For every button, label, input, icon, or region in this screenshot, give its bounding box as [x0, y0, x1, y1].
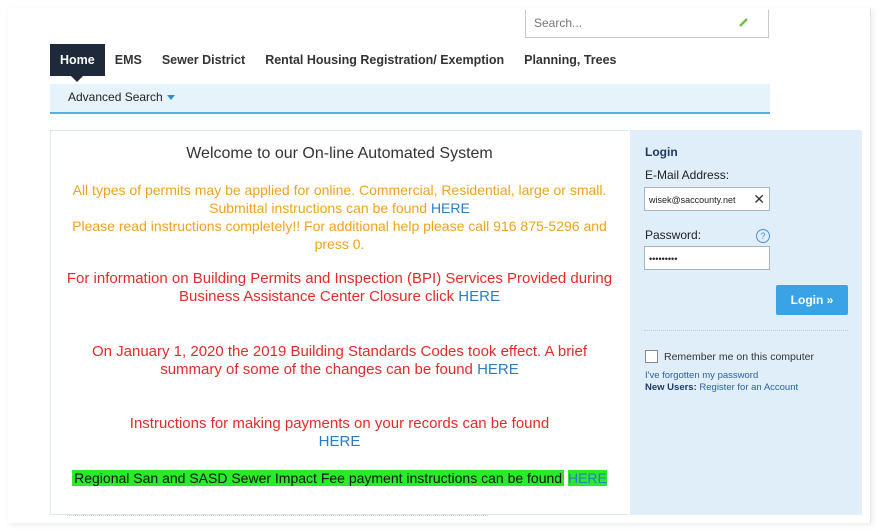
welcome-panel: Welcome to our On-line Automated System …: [50, 130, 628, 516]
password-field[interactable]: [644, 246, 770, 271]
register-link[interactable]: Register for an Account: [699, 382, 798, 393]
permits-text: All types of permits may be applied for …: [72, 182, 607, 216]
new-users: New Users: Register for an Account: [645, 382, 798, 393]
codes-paragraph: On January 1, 2020 the 2019 Building Sta…: [65, 343, 614, 379]
search-input[interactable]: [532, 10, 736, 36]
email-input[interactable]: [645, 188, 751, 212]
bpi-here-link[interactable]: HERE: [458, 288, 500, 305]
bpi-text: For information on Building Permits and …: [66, 270, 613, 305]
email-field[interactable]: ✕: [644, 187, 770, 212]
instructions-text: Please read instructions completely!! Fo…: [72, 218, 607, 252]
password-input[interactable]: [645, 247, 751, 271]
advanced-search-link[interactable]: Advanced Search: [68, 90, 175, 104]
tab-ems[interactable]: EMS: [105, 44, 152, 76]
permits-paragraph: All types of permits may be applied for …: [65, 181, 614, 253]
divider: [67, 515, 488, 516]
tab-home[interactable]: Home: [50, 44, 105, 82]
sewer-fee-text: Regional San and SASD Sewer Impact Fee p…: [72, 470, 565, 486]
tab-rental-housing[interactable]: Rental Housing Registration/ Exemption: [255, 44, 514, 76]
sub-nav: Advanced Search: [50, 84, 770, 114]
email-label: E-Mail Address:: [645, 168, 730, 182]
permits-here-link[interactable]: HERE: [431, 200, 470, 216]
clear-icon[interactable]: ✕: [753, 190, 765, 208]
help-icon[interactable]: ?: [756, 229, 770, 243]
sewer-fee-paragraph: Regional San and SASD Sewer Impact Fee p…: [51, 469, 628, 487]
caret-down-icon: [166, 95, 175, 101]
tab-planning-trees[interactable]: Planning, Trees: [514, 44, 626, 76]
sewer-fee-here-link[interactable]: HERE: [567, 470, 607, 486]
tab-sewer-district[interactable]: Sewer District: [152, 44, 255, 76]
advanced-search-label: Advanced Search: [68, 90, 163, 104]
search-icon[interactable]: [738, 16, 750, 28]
password-label: Password:: [645, 228, 702, 242]
bpi-paragraph: For information on Building Permits and …: [65, 270, 614, 306]
login-title: Login: [645, 145, 678, 159]
login-button[interactable]: Login »: [776, 285, 848, 315]
payments-here-link[interactable]: HERE: [319, 433, 361, 450]
codes-here-link[interactable]: HERE: [477, 361, 519, 378]
login-panel: Login E-Mail Address: ✕ Password: ? Logi…: [630, 130, 862, 515]
payments-text: Instructions for making payments on your…: [129, 415, 550, 432]
remember-label: Remember me on this computer: [664, 350, 814, 363]
search-box[interactable]: [525, 10, 769, 38]
remember-me[interactable]: Remember me on this computer: [645, 350, 814, 363]
forgot-password-link[interactable]: I've forgotten my password: [645, 370, 758, 381]
payments-paragraph: Instructions for making payments on your…: [65, 415, 614, 451]
new-users-label: New Users:: [645, 382, 697, 393]
remember-checkbox[interactable]: [645, 350, 658, 363]
main-nav: Home EMS Sewer District Rental Housing R…: [50, 44, 627, 82]
welcome-heading: Welcome to our On-line Automated System: [186, 145, 493, 162]
login-divider: [644, 330, 848, 331]
